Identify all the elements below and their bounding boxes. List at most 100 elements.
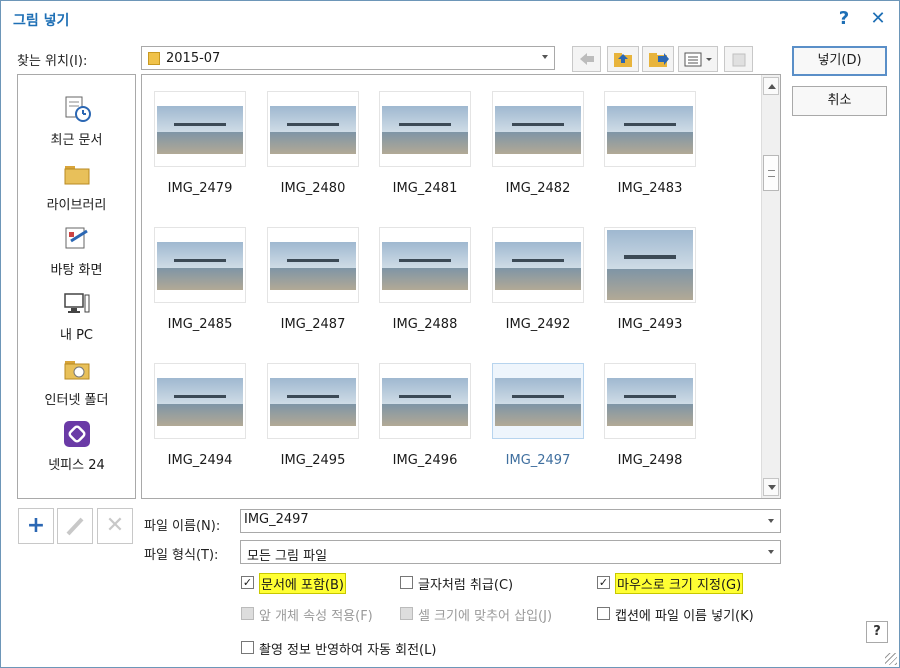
help-icon[interactable]: ? [832, 7, 856, 31]
filetype-label: 파일 형식(T): [144, 548, 219, 563]
library-folder-icon [64, 166, 90, 185]
cancel-button[interactable]: 취소 [792, 86, 887, 116]
thumbnail-frame [379, 227, 471, 303]
file-name: IMG_2494 [167, 453, 233, 468]
chevron-down-icon [768, 550, 774, 554]
dialog-title: 그림 넣기 [13, 13, 70, 29]
file-thumbnail[interactable]: IMG_2495 [267, 347, 359, 477]
photo-preview [495, 106, 581, 154]
thumbnail-frame [492, 227, 584, 303]
desktop-icon [65, 227, 88, 249]
scroll-up-button[interactable] [763, 77, 779, 95]
place-label: 최근 문서 [50, 133, 103, 148]
new-folder-icon [649, 53, 669, 67]
thumbnail-frame [492, 91, 584, 167]
checkbox-label: 촬영 정보 반영하여 자동 회전(L) [259, 643, 437, 658]
place-label: 라이브러리 [46, 198, 107, 213]
place-label: 바탕 화면 [50, 263, 103, 278]
file-thumbnail[interactable]: IMG_2488 [379, 211, 471, 341]
view-menu-button[interactable] [678, 46, 718, 72]
file-name: IMG_2497 [505, 453, 571, 468]
thumbnail-frame [154, 363, 246, 439]
photo-preview [382, 242, 468, 290]
location-label: 찾는 위치(I): [17, 54, 88, 69]
file-thumbnail[interactable]: IMG_2493 [604, 211, 696, 341]
filename-input[interactable]: IMG_2497 [240, 509, 781, 533]
file-name: IMG_2479 [167, 181, 233, 196]
file-thumbnail[interactable]: IMG_2483 [604, 75, 696, 205]
file-name: IMG_2488 [392, 317, 458, 332]
place-library[interactable]: 라이브러리 [18, 160, 135, 222]
add-button[interactable]: + [18, 508, 54, 544]
chevron-down-icon [542, 55, 548, 59]
file-thumbnail[interactable]: IMG_2487 [267, 211, 359, 341]
file-name: IMG_2495 [280, 453, 346, 468]
place-desktop[interactable]: 바탕 화면 [18, 225, 135, 287]
location-value: 2015-07 [166, 51, 221, 66]
insert-button[interactable]: 넣기(D) [792, 46, 887, 76]
photo-preview [157, 106, 243, 154]
file-name: IMG_2481 [392, 181, 458, 196]
list-view-icon [684, 52, 712, 67]
file-thumbnail[interactable]: IMG_2497 [492, 347, 584, 477]
thumbnail-frame [604, 91, 696, 167]
file-thumbnail[interactable]: IMG_2496 [379, 347, 471, 477]
vertical-scrollbar[interactable] [761, 75, 780, 498]
netffice-icon [64, 421, 90, 447]
thumbnail-frame [492, 363, 584, 439]
file-list-view[interactable]: IMG_2479 IMG_2480 IMG_2481 IMG_2482 IMG_2483… [141, 74, 781, 499]
file-name: IMG_2492 [505, 317, 571, 332]
file-name: IMG_2496 [392, 453, 458, 468]
file-thumbnail[interactable]: IMG_2481 [379, 75, 471, 205]
file-thumbnail[interactable]: IMG_2479 [154, 75, 246, 205]
checkbox-label: 셀 크기에 맞추어 삽입(J) [418, 609, 553, 624]
file-name: IMG_2493 [617, 317, 683, 332]
photo-preview [607, 230, 693, 300]
x-icon: ✕ [105, 513, 125, 538]
remove-button[interactable]: ✕ [97, 508, 133, 544]
file-thumbnail[interactable]: IMG_2480 [267, 75, 359, 205]
internet-folder-icon [64, 361, 90, 380]
file-thumbnail[interactable]: IMG_2494 [154, 347, 246, 477]
help-button[interactable]: ? [866, 621, 888, 643]
thumbnail-frame [267, 363, 359, 439]
places-bar: 최근 문서 라이브러리 바탕 화면 내 PC 인터넷 폴더 넷피스 24 [17, 74, 136, 499]
edit-button[interactable] [57, 508, 93, 544]
place-netffice[interactable]: 넷피스 24 [18, 420, 135, 482]
place-internet-folder[interactable]: 인터넷 폴더 [18, 355, 135, 417]
plus-icon: + [26, 513, 46, 538]
scroll-down-button[interactable] [763, 478, 779, 496]
up-folder-button[interactable] [607, 46, 639, 72]
close-icon[interactable]: ✕ [866, 7, 890, 31]
filetype-select[interactable]: 모든 그림 파일 [240, 540, 781, 564]
thumbnail-frame [604, 227, 696, 303]
photo-preview [382, 106, 468, 154]
recent-docs-icon [65, 96, 91, 122]
back-button[interactable] [572, 46, 601, 72]
file-thumbnail[interactable]: IMG_2482 [492, 75, 584, 205]
file-thumbnail[interactable]: IMG_2485 [154, 211, 246, 341]
place-label: 넷피스 24 [48, 458, 105, 473]
place-my-pc[interactable]: 내 PC [18, 290, 135, 352]
resize-grip[interactable] [885, 653, 897, 665]
photo-preview [270, 378, 356, 426]
place-recent-docs[interactable]: 최근 문서 [18, 95, 135, 157]
photo-preview [157, 242, 243, 290]
thumbnail-frame [154, 227, 246, 303]
location-combo[interactable]: 2015-07 [141, 46, 555, 70]
photo-preview [382, 378, 468, 426]
file-name: IMG_2498 [617, 453, 683, 468]
thumbnail-frame [267, 91, 359, 167]
checkbox-box [400, 576, 413, 589]
scroll-thumb[interactable] [763, 155, 779, 191]
checkbox-label: 앞 개체 속성 적용(F) [259, 609, 373, 624]
file-thumbnail[interactable]: IMG_2492 [492, 211, 584, 341]
photo-preview [607, 378, 693, 426]
file-thumbnail[interactable]: IMG_2498 [604, 347, 696, 477]
place-label: 내 PC [59, 328, 93, 343]
file-name: IMG_2480 [280, 181, 346, 196]
delete-file-button[interactable] [724, 46, 753, 72]
filename-label: 파일 이름(N): [144, 519, 221, 534]
checkbox-box: ✓ [597, 576, 610, 589]
new-folder-button[interactable] [642, 46, 674, 72]
